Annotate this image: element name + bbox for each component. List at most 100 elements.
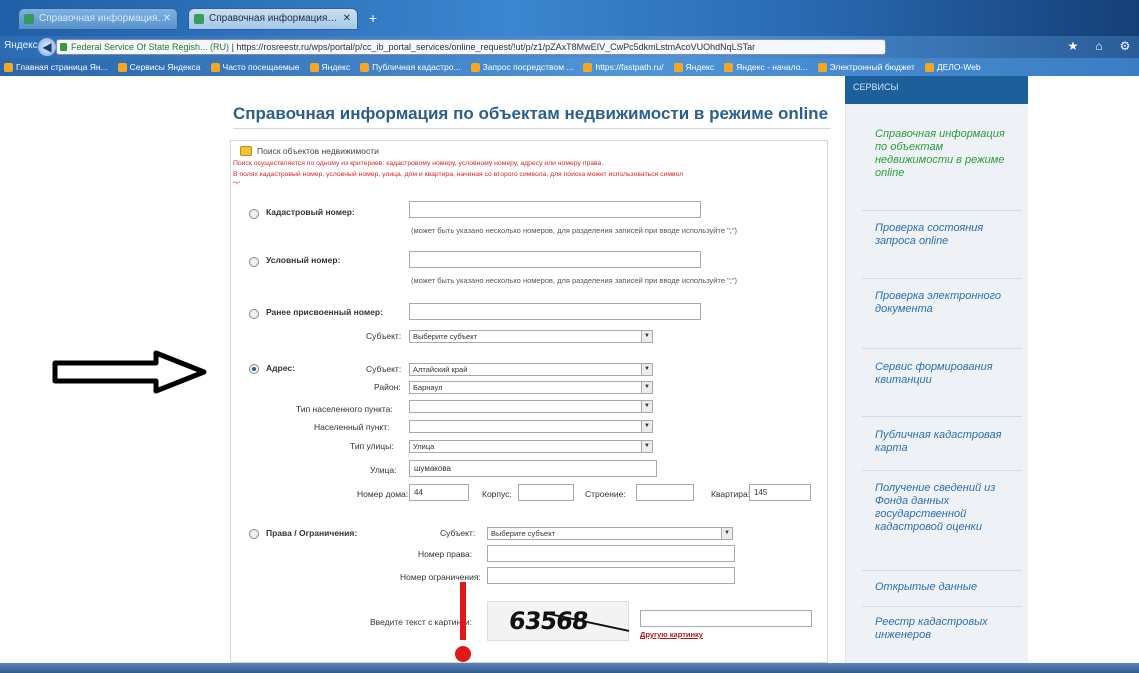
- sidebar-item-engineers-registry[interactable]: Реестр кадастровых инженеров: [875, 616, 1015, 642]
- district-label: Район:: [374, 382, 401, 392]
- street-input[interactable]: шумакова: [409, 460, 657, 477]
- cadastral-radio[interactable]: [249, 209, 259, 219]
- fieldset-legend: Поиск объектов недвижимости: [240, 146, 379, 156]
- sidebar-item-valuation-fund[interactable]: Получение сведений из Фонда данных госуд…: [875, 482, 1015, 534]
- address-label: Адрес:: [266, 363, 295, 373]
- restriction-number-input[interactable]: [487, 567, 735, 584]
- sidebar-item-open-data[interactable]: Открытые данные: [875, 581, 1015, 594]
- sidebar-item-online-info[interactable]: Справочная информация по объектам недвиж…: [875, 128, 1015, 180]
- conditional-radio[interactable]: [249, 257, 259, 267]
- right-number-label: Номер права:: [418, 549, 473, 559]
- legend-text: Поиск объектов недвижимости: [257, 146, 379, 156]
- previous-number-label: Ранее присвоенный номер:: [266, 307, 383, 317]
- search-objects-icon: [240, 146, 252, 156]
- street-type-select[interactable]: Улица ▼: [409, 440, 653, 453]
- home-icon[interactable]: ⌂: [1091, 38, 1107, 54]
- search-warning-line: В полях кадастровый номер, условный номе…: [233, 171, 684, 178]
- bookmark-item[interactable]: Сервисы Яндекса: [117, 62, 201, 72]
- korpus-input[interactable]: [518, 484, 574, 501]
- url-text: https://rosreestr.ru/wps/portal/p/cc_ib_…: [236, 42, 756, 52]
- sidebar-header: СЕРВИСЫ: [845, 76, 1028, 104]
- captcha-input[interactable]: [640, 610, 812, 627]
- bookmark-item[interactable]: Запрос посредством ...: [470, 62, 573, 72]
- address-radio[interactable]: [249, 364, 259, 374]
- settlement-label: Населенный пункт:: [314, 422, 390, 432]
- browser-tab-bar: Справочная информация… ✕ Справочная инфо…: [0, 0, 1139, 36]
- cadastral-number-input[interactable]: [409, 201, 701, 218]
- cadastral-label: Кадастровый номер:: [266, 207, 355, 217]
- subject-label: Субъект:: [366, 331, 402, 341]
- sidebar-item-cadastral-map[interactable]: Публичная кадастровая карта: [875, 429, 1015, 455]
- bookmark-item[interactable]: Публичная кадастро...: [360, 62, 461, 72]
- back-button[interactable]: ◀: [38, 38, 56, 56]
- street-type-label: Тип улицы:: [350, 441, 394, 451]
- settlement-type-select[interactable]: ▼: [409, 400, 653, 413]
- search-engine-label: Яндекс: [4, 40, 38, 51]
- favicon-icon: [24, 14, 34, 24]
- other-captcha-link[interactable]: Другую картинку: [640, 630, 703, 639]
- right-number-input[interactable]: [487, 545, 735, 562]
- rights-subject-select[interactable]: Выберите субъект ▼: [487, 527, 733, 540]
- sidebar-item-request-status[interactable]: Проверка состояния запроса online: [875, 222, 1015, 248]
- conditional-hint: (может быть указано несколько номеров, д…: [411, 276, 738, 285]
- previous-number-radio[interactable]: [249, 309, 259, 319]
- bookmark-item[interactable]: Яндекс: [309, 62, 350, 72]
- address-bar-row: Яндекс ◀ Federal Service Of State Regish…: [0, 36, 1139, 58]
- rights-radio[interactable]: [249, 529, 259, 539]
- bookmark-icon: [117, 62, 127, 72]
- cadastral-hint: (может быть указано несколько номеров, д…: [411, 226, 738, 235]
- chevron-down-icon: ▼: [641, 382, 652, 393]
- address-subject-label: Субъект:: [366, 364, 402, 374]
- previous-number-input[interactable]: [409, 303, 701, 320]
- divider: [862, 470, 1022, 471]
- chevron-down-icon: ▼: [641, 441, 652, 452]
- house-label: Номер дома:: [357, 489, 409, 499]
- bookmark-item[interactable]: https://fastpath.ru/: [583, 62, 664, 72]
- bookmark-star-icon[interactable]: ★: [1065, 38, 1081, 54]
- address-subject-select[interactable]: Алтайский край ▼: [409, 363, 653, 376]
- browser-tab-active[interactable]: Справочная информация… ✕: [188, 8, 358, 30]
- favicon-icon: [194, 14, 204, 24]
- house-input[interactable]: 44: [409, 484, 469, 501]
- previous-subject-select[interactable]: Выберите субъект ▼: [409, 330, 653, 343]
- site-identity: Federal Service Of State Regish... (RU): [71, 42, 230, 52]
- bookmark-item[interactable]: Главная страница Ян...: [4, 62, 108, 72]
- apartment-label: Квартира:: [711, 489, 751, 499]
- bookmark-icon: [724, 62, 734, 72]
- bookmarks-bar: Главная страница Ян... Сервисы Яндекса Ч…: [0, 58, 1139, 76]
- korpus-label: Корпус:: [482, 489, 512, 499]
- toolbar-icons: ★ ⌂ ⚙: [1065, 38, 1133, 54]
- new-tab-button[interactable]: +: [364, 11, 382, 27]
- url-input[interactable]: Federal Service Of State Regish... (RU) …: [56, 39, 886, 55]
- divider: [862, 348, 1022, 349]
- street-label: Улица:: [370, 465, 397, 475]
- sidebar-item-receipt-service[interactable]: Сервис формирования квитанции: [875, 361, 1015, 387]
- os-taskbar: [0, 663, 1139, 673]
- sidebar-item-check-document[interactable]: Проверка электронного документа: [875, 290, 1015, 316]
- district-select[interactable]: Барнаул ▼: [409, 381, 653, 394]
- conditional-label: Условный номер:: [266, 255, 341, 265]
- close-icon[interactable]: ✕: [163, 9, 171, 29]
- sidebar-header-label: СЕРВИСЫ: [853, 82, 899, 92]
- chevron-down-icon: ▼: [641, 401, 652, 412]
- settlement-select[interactable]: ▼: [409, 420, 653, 433]
- conditional-number-input[interactable]: [409, 251, 701, 268]
- settings-icon[interactable]: ⚙: [1117, 38, 1133, 54]
- browser-tab[interactable]: Справочная информация… ✕: [18, 8, 178, 30]
- chevron-down-icon: ▼: [641, 364, 652, 375]
- close-icon[interactable]: ✕: [343, 9, 351, 29]
- search-warning-line: "*": [233, 181, 241, 188]
- divider: [862, 416, 1022, 417]
- bookmark-item[interactable]: Электронный бюджет: [817, 62, 915, 72]
- divider: [862, 278, 1022, 279]
- bookmark-item[interactable]: Часто посещаемые: [210, 62, 300, 72]
- bookmark-item[interactable]: Яндекс: [673, 62, 714, 72]
- bookmark-item[interactable]: ДЕЛО-Web: [924, 62, 981, 72]
- lock-icon: [60, 43, 67, 51]
- bookmark-icon: [583, 62, 593, 72]
- annotation-arrow-icon: [52, 350, 207, 394]
- bookmark-item[interactable]: Яндекс - начало...: [724, 62, 808, 72]
- apartment-input[interactable]: 145: [749, 484, 811, 501]
- building-input[interactable]: [636, 484, 694, 501]
- bookmark-icon: [309, 62, 319, 72]
